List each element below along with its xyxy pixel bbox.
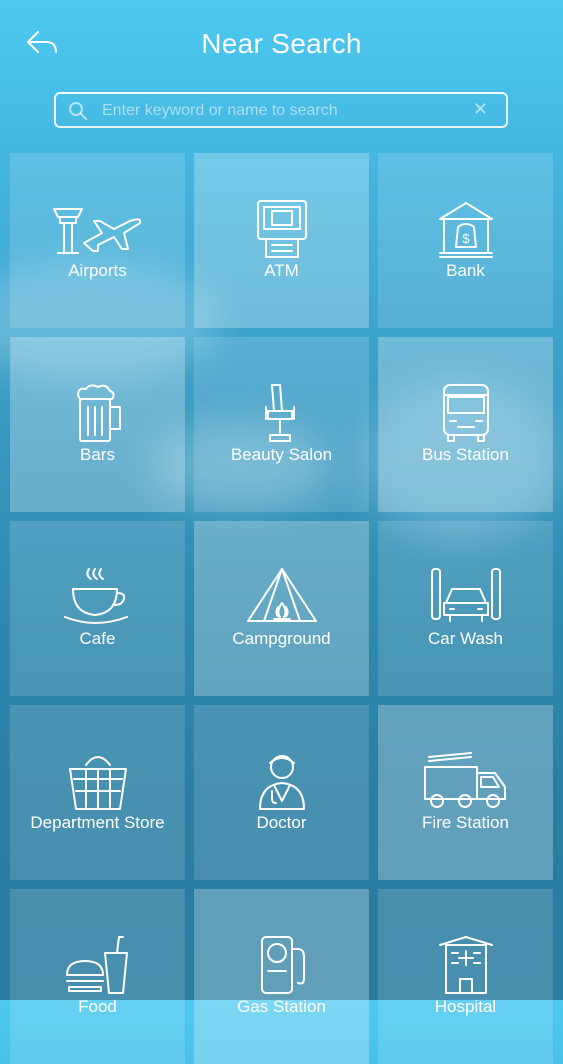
category-fire-station[interactable]: Fire Station	[378, 705, 553, 880]
category-gas-station[interactable]: Gas Station	[194, 889, 369, 1064]
category-label: Gas Station	[237, 997, 326, 1016]
fire-truck-icon	[421, 751, 511, 811]
category-food[interactable]: Food	[10, 889, 185, 1064]
category-cafe[interactable]: Cafe	[10, 521, 185, 696]
coffee-cup-icon	[53, 567, 143, 627]
search-input[interactable]	[100, 98, 464, 124]
category-campground[interactable]: Campground	[194, 521, 369, 696]
category-label: Hospital	[434, 997, 497, 1016]
airport-icon	[52, 199, 143, 259]
category-atm[interactable]: ATM	[194, 153, 369, 328]
category-label: Bus Station	[422, 445, 509, 464]
category-airports[interactable]: Airports	[10, 153, 185, 328]
category-label: Department Store	[30, 813, 165, 832]
category-hospital[interactable]: Hospital	[378, 889, 553, 1064]
category-label: Bars	[80, 445, 115, 464]
doctor-icon	[237, 751, 327, 811]
category-beauty-salon[interactable]: Beauty Salon	[194, 337, 369, 512]
search-bar[interactable]: ✕	[54, 92, 508, 128]
tent-icon	[237, 567, 327, 627]
category-bus-station[interactable]: Bus Station	[378, 337, 553, 512]
category-grid: Airports ATM $ Bank Bars Beauty Salon Bu…	[10, 153, 554, 1064]
beer-mug-icon	[53, 383, 143, 443]
category-label: Food	[78, 997, 117, 1016]
bank-icon: $	[421, 199, 511, 259]
atm-icon	[237, 199, 327, 259]
category-label: Campground	[232, 629, 331, 648]
category-label: Bank	[446, 261, 485, 280]
category-bank[interactable]: $ Bank	[378, 153, 553, 328]
category-label: Doctor	[256, 813, 307, 832]
header: Near Search	[0, 0, 563, 90]
category-label: Beauty Salon	[230, 445, 333, 464]
category-department-store[interactable]: Department Store	[10, 705, 185, 880]
category-car-wash[interactable]: Car Wash	[378, 521, 553, 696]
category-label: Car Wash	[428, 629, 503, 648]
gas-pump-icon	[237, 935, 327, 995]
category-label: Cafe	[79, 629, 116, 648]
svg-text:$: $	[462, 231, 470, 246]
clear-icon[interactable]: ✕	[473, 99, 488, 120]
category-bars[interactable]: Bars	[10, 337, 185, 512]
category-label: ATM	[264, 261, 299, 280]
hospital-icon	[421, 935, 511, 995]
category-label: Airports	[68, 261, 127, 280]
page-title: Near Search	[201, 28, 362, 59]
shopping-basket-icon	[53, 751, 143, 811]
salon-chair-icon	[237, 383, 327, 443]
category-label: Fire Station	[422, 813, 509, 832]
car-wash-icon	[421, 567, 511, 627]
bus-icon	[421, 383, 511, 443]
fast-food-icon	[53, 935, 143, 995]
search-icon	[69, 102, 87, 120]
category-doctor[interactable]: Doctor	[194, 705, 369, 880]
